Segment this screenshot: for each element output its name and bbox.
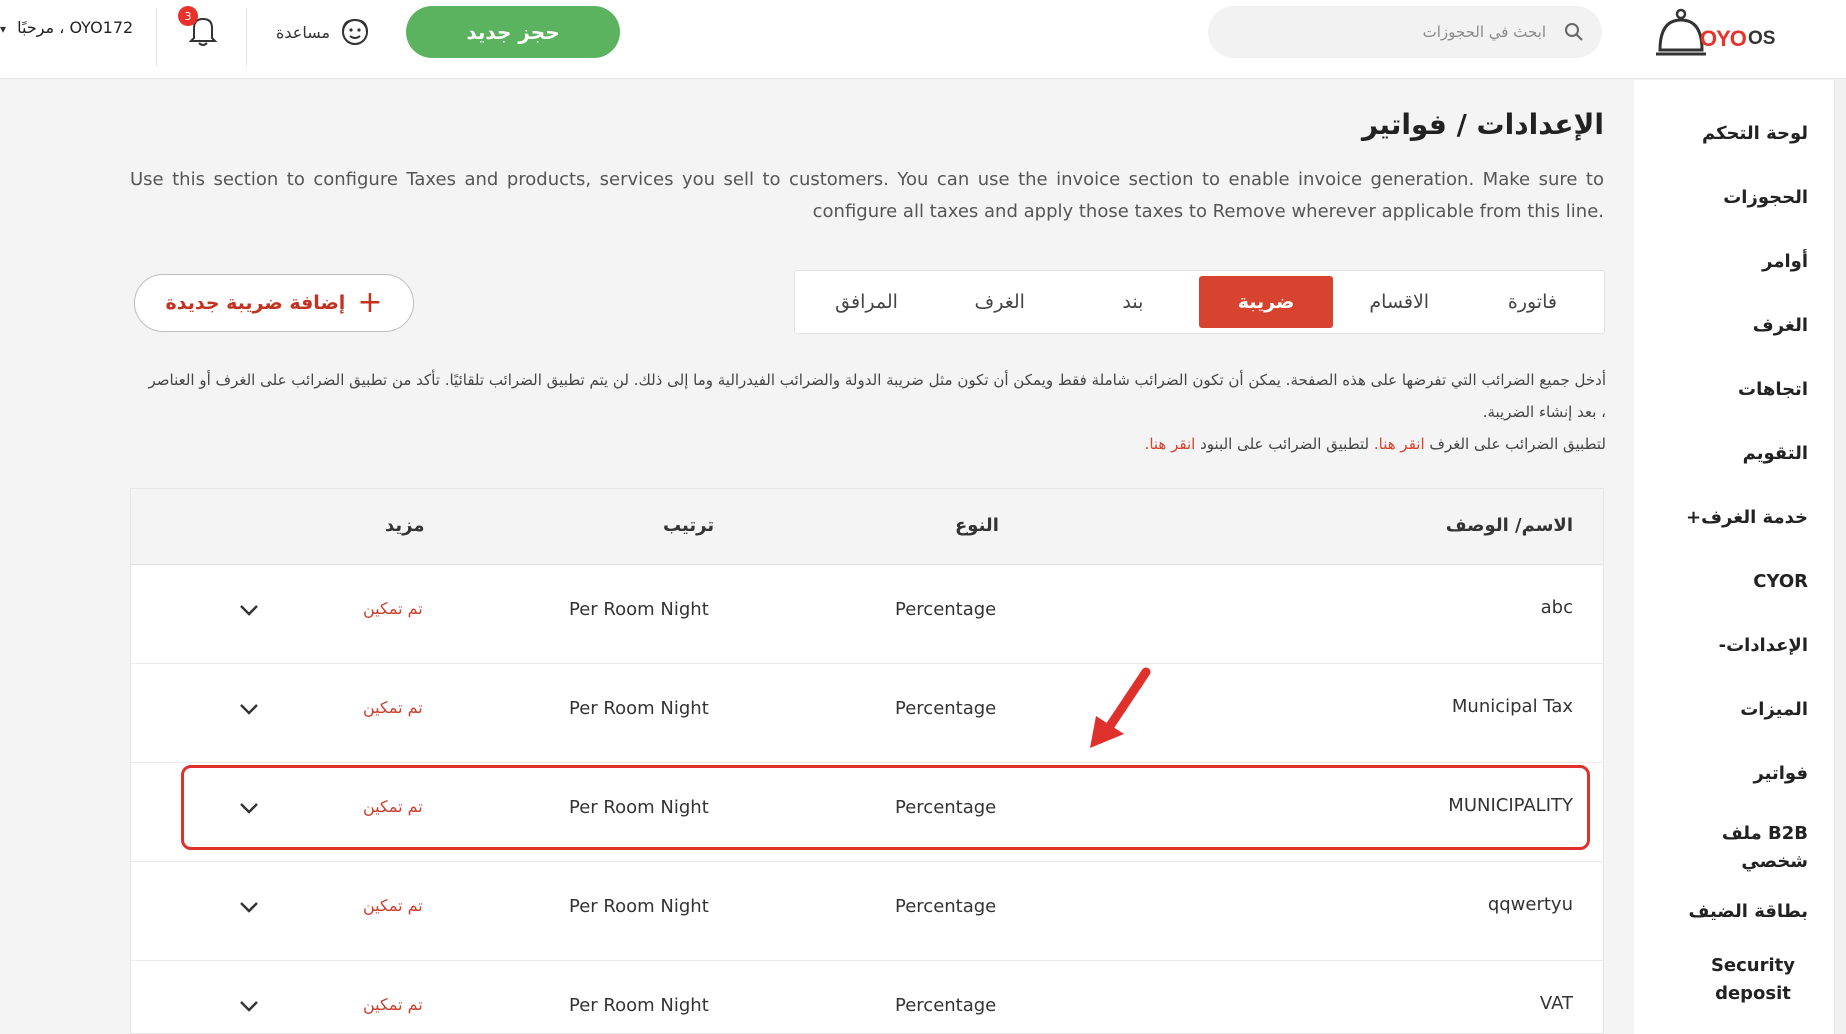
sidebar-item-room-service[interactable]: خدمة الغرف+ xyxy=(1686,504,1808,532)
sidebar-item-invoices[interactable]: فواتير xyxy=(1753,760,1808,788)
plus-icon: + xyxy=(357,285,383,320)
header-more: مزيد xyxy=(385,515,425,536)
tax-status: تم تمكين xyxy=(363,797,423,816)
tax-info-text: أدخل جميع الضرائب التي تفرضها على هذه ال… xyxy=(140,364,1607,460)
table-header: الاسم/ الوصف النوع ترتيب مزيد xyxy=(131,489,1603,565)
tax-type: Percentage xyxy=(895,599,997,620)
sidebar-item-features[interactable]: الميزات xyxy=(1740,696,1808,724)
chevron-down-icon[interactable] xyxy=(239,999,259,1013)
cloche-icon xyxy=(1656,8,1706,56)
tax-info-line: أدخل جميع الضرائب التي تفرضها على هذه ال… xyxy=(148,371,1607,421)
tax-type: Percentage xyxy=(895,698,997,719)
table-row[interactable]: qqwertyu Percentage Per Room Night تم تم… xyxy=(131,862,1603,961)
tax-status: تم تمكين xyxy=(363,995,423,1014)
sidebar-item-rooms[interactable]: الغرف xyxy=(1753,312,1808,340)
tax-order: Per Room Night xyxy=(569,797,709,818)
sidebar-scrollbar[interactable] xyxy=(1834,80,1846,1034)
tax-order: Per Room Night xyxy=(569,599,709,620)
sidebar-item-security-deposit[interactable]: Security deposit xyxy=(1698,952,1808,1008)
search-icon[interactable] xyxy=(1564,22,1584,42)
settings-tabs: فاتورة الاقسام ضريبة بند الغرف المرافق xyxy=(794,270,1605,334)
annotation-arrow-icon xyxy=(1090,667,1151,748)
tax-name: abc xyxy=(1540,597,1573,618)
chevron-down-icon[interactable] xyxy=(239,801,259,815)
tax-name: VAT xyxy=(1539,993,1573,1014)
chevron-down-icon[interactable] xyxy=(239,603,259,617)
tax-type: Percentage xyxy=(895,896,997,917)
sidebar-item-orders[interactable]: أوامر xyxy=(1762,248,1808,276)
tax-name: Municipal Tax xyxy=(1451,696,1573,717)
tax-status: تم تمكين xyxy=(363,896,423,915)
sidebar: لوحة التحكم الحجوزات أوامر الغرف اتجاهات… xyxy=(1634,80,1846,1034)
add-new-tax-button[interactable]: + إضافة ضريبة جديدة xyxy=(134,274,414,332)
chevron-down-icon[interactable] xyxy=(239,702,259,716)
apply-rooms-link[interactable]: انقر هنا. xyxy=(1374,435,1425,453)
items-prefix: لتطبيق الضرائب على البنود xyxy=(1200,435,1370,453)
sidebar-item-b2b-profile[interactable]: B2B ملف شخصي xyxy=(1698,820,1808,876)
sidebar-item-trends[interactable]: اتجاهات xyxy=(1738,376,1808,404)
tab-invoice[interactable]: فاتورة xyxy=(1466,276,1599,328)
help-label: مساعدة xyxy=(276,22,331,42)
user-greeting[interactable]: ▾ مرحبًا ، OYO172 xyxy=(0,18,133,37)
tax-type: Percentage xyxy=(895,797,997,818)
intro-text: Use this section to configure Taxes and … xyxy=(130,169,1604,222)
logo-word: OYO xyxy=(1700,26,1747,51)
table-row[interactable]: abc Percentage Per Room Night تم تمكين xyxy=(131,565,1603,664)
header-divider xyxy=(156,8,157,66)
tax-status: تم تمكين xyxy=(363,599,423,618)
help-button[interactable]: مساعدة xyxy=(276,16,376,48)
tab-tax[interactable]: ضريبة xyxy=(1199,276,1333,328)
header-divider xyxy=(246,8,247,66)
notifications-button[interactable]: 3 xyxy=(178,6,218,48)
chevron-down-icon[interactable] xyxy=(239,900,259,914)
notification-badge: 3 xyxy=(178,6,198,26)
logo-suffix: OS xyxy=(1748,28,1776,49)
search-box xyxy=(1208,6,1602,58)
tax-status: تم تمكين xyxy=(363,698,423,717)
main-content: الإعدادات / فواتير Use this section to c… xyxy=(0,80,1634,1034)
add-tax-label: إضافة ضريبة جديدة xyxy=(165,292,346,314)
search-input[interactable] xyxy=(1228,6,1546,58)
header-name: الاسم/ الوصف xyxy=(1445,515,1573,536)
rooms-prefix: لتطبيق الضرائب على الغرف xyxy=(1429,435,1606,453)
tax-order: Per Room Night xyxy=(569,896,709,917)
sidebar-item-settings[interactable]: الإعدادات- xyxy=(1719,632,1808,660)
header-type: النوع xyxy=(955,515,999,536)
apply-items-link[interactable]: انقر هنا. xyxy=(1145,435,1196,453)
new-booking-button[interactable]: حجز جديد xyxy=(406,6,620,58)
tab-rooms[interactable]: الغرف xyxy=(933,276,1066,328)
tax-name: MUNICIPALITY xyxy=(1448,795,1573,816)
chevron-down-icon: ▾ xyxy=(0,22,7,36)
tax-order: Per Room Night xyxy=(569,995,709,1016)
oyo-os-logo[interactable]: OYO OS xyxy=(1656,6,1775,66)
top-bar: OYO OS حجز جديد مساعدة 3 ▾ مرحبًا ، OYO1… xyxy=(0,0,1846,79)
tab-facilities[interactable]: المرافق xyxy=(800,276,933,328)
tax-apply-links: لتطبيق الضرائب على الغرف انقر هنا. لتطبي… xyxy=(140,428,1606,460)
sidebar-item-dashboard[interactable]: لوحة التحكم xyxy=(1702,120,1808,148)
tab-item[interactable]: بند xyxy=(1066,276,1199,328)
support-face-icon xyxy=(342,18,369,45)
table-row[interactable]: MUNICIPALITY Percentage Per Room Night ت… xyxy=(131,763,1603,862)
tax-table: الاسم/ الوصف النوع ترتيب مزيد abc Percen… xyxy=(130,488,1604,1034)
tax-order: Per Room Night xyxy=(569,698,709,719)
table-row[interactable]: Municipal Tax Percentage Per Room Night … xyxy=(131,664,1603,763)
sidebar-item-calendar[interactable]: التقويم xyxy=(1743,440,1808,468)
page-title: الإعدادات / فواتير xyxy=(1361,108,1604,141)
table-row[interactable]: VAT Percentage Per Room Night تم تمكين xyxy=(131,961,1603,1033)
tab-departments[interactable]: الاقسام xyxy=(1333,276,1466,328)
header-order: ترتيب xyxy=(663,515,715,536)
tax-type: Percentage xyxy=(895,995,997,1016)
sidebar-item-bookings[interactable]: الحجوزات xyxy=(1723,184,1808,212)
sidebar-item-cyor[interactable]: CYOR xyxy=(1753,568,1808,596)
greeting-text: مرحبًا ، OYO172 xyxy=(17,18,134,37)
tax-name: qqwertyu xyxy=(1487,894,1573,915)
sidebar-item-guest-card[interactable]: بطاقة الضيف xyxy=(1689,898,1808,926)
